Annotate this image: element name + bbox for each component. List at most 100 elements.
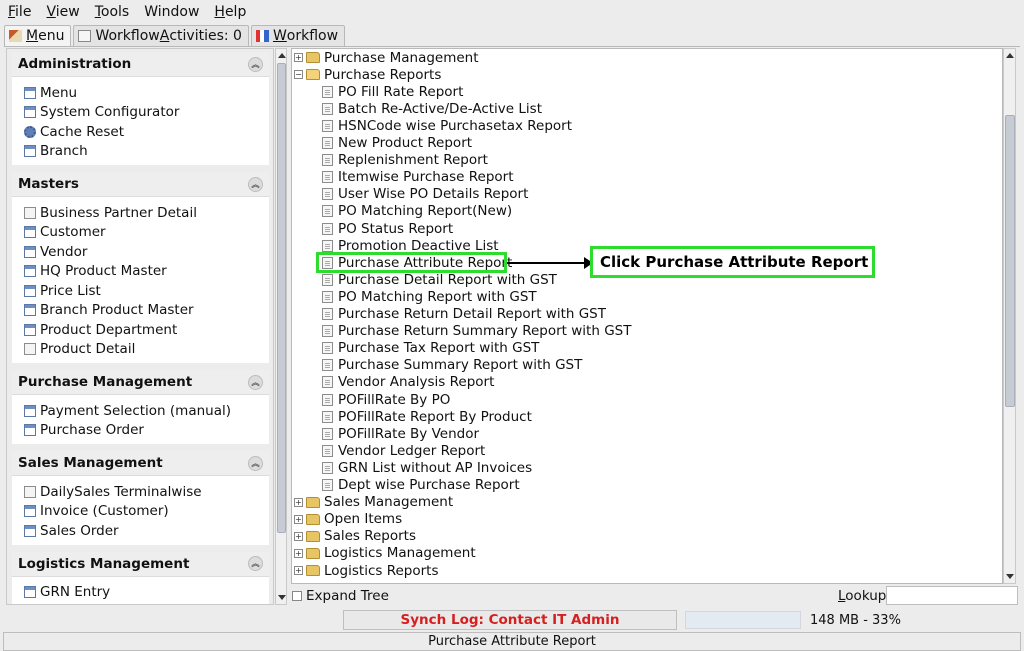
- menu-item[interactable]: HQ Product Master: [12, 262, 269, 282]
- window-icon: [24, 586, 36, 599]
- section-header[interactable]: Administration ︽: [12, 52, 269, 77]
- tree-leaf-node[interactable]: POFillRate By PO: [322, 391, 450, 408]
- menu-item[interactable]: Cache Reset: [12, 122, 269, 142]
- section-body: Payment Selection (manual) Purchase Order: [12, 395, 269, 444]
- menu-item[interactable]: Product Detail: [12, 340, 269, 360]
- menu-item-help[interactable]: Help: [212, 4, 253, 20]
- menu-item[interactable]: Business Partner Detail: [12, 203, 269, 223]
- menu-item-file[interactable]: File: [6, 4, 38, 20]
- tree-leaf-node[interactable]: Purchase Tax Report with GST: [322, 340, 539, 357]
- expand-icon[interactable]: +: [294, 497, 303, 507]
- tree-leaf-node[interactable]: Batch Re-Active/De-Active List: [322, 100, 542, 117]
- tree-folder-node[interactable]: + Sales Reports: [294, 528, 416, 545]
- tree-folder-node[interactable]: + Purchase Management: [294, 49, 479, 66]
- tree-leaf-node[interactable]: Purchase Detail Report with GST: [322, 271, 557, 288]
- scroll-up-arrow-icon[interactable]: [278, 53, 286, 58]
- tree-leaf-node[interactable]: User Wise PO Details Report: [322, 186, 528, 203]
- tree-leaf-node[interactable]: Replenishment Report: [322, 152, 488, 169]
- section-header[interactable]: Sales Management ︽: [12, 451, 269, 476]
- lookup-input[interactable]: [886, 586, 1018, 605]
- tree-folder-node[interactable]: − Purchase Reports: [294, 66, 441, 83]
- tree-folder-node[interactable]: + Logistics Management: [294, 545, 476, 562]
- menu-item-tools[interactable]: Tools: [93, 4, 137, 20]
- menu-item[interactable]: Payment Selection (manual): [12, 401, 269, 421]
- collapse-icon[interactable]: −: [294, 70, 303, 80]
- tab-0[interactable]: Menu: [4, 25, 72, 46]
- tree-leaf-node[interactable]: New Product Report: [322, 135, 472, 152]
- left-panel-scrollbar[interactable]: [275, 48, 287, 605]
- tree-node-label: Logistics Management: [324, 545, 476, 562]
- section-header[interactable]: Masters ︽: [12, 172, 269, 197]
- tree-leaf-node[interactable]: Vendor Ledger Report: [322, 442, 485, 459]
- menu-item[interactable]: Menu: [12, 83, 269, 103]
- scroll-down-arrow-icon[interactable]: [1006, 574, 1014, 579]
- expand-icon[interactable]: +: [294, 531, 303, 541]
- folder-icon: [306, 547, 320, 559]
- tree-leaf-node[interactable]: POFillRate By Vendor: [322, 425, 479, 442]
- expand-tree-checkbox[interactable]: Expand Tree: [292, 588, 389, 604]
- highlight-box: [316, 252, 507, 273]
- tab-2[interactable]: Workflow: [250, 25, 346, 46]
- checkbox-icon[interactable]: [292, 591, 302, 601]
- home-icon: [9, 30, 22, 42]
- document-icon: [322, 119, 333, 132]
- lookup-label: Lookup: [838, 588, 886, 604]
- expand-icon[interactable]: +: [294, 566, 303, 575]
- collapse-chevron-icon[interactable]: ︽: [248, 176, 263, 192]
- tab-1[interactable]: Workflow Activities: 0: [73, 25, 249, 46]
- synch-log-button[interactable]: Synch Log: Contact IT Admin: [343, 610, 677, 630]
- menu-item[interactable]: Branch Product Master: [12, 301, 269, 321]
- collapse-chevron-icon[interactable]: ︽: [248, 455, 263, 471]
- menu-item[interactable]: Customer: [12, 223, 269, 243]
- scroll-thumb[interactable]: [1005, 115, 1015, 407]
- menu-item-window[interactable]: Window: [142, 4, 206, 20]
- menu-item[interactable]: Invoice (Customer): [12, 502, 269, 522]
- tree-scrollbar[interactable]: [1003, 48, 1016, 584]
- document-icon: [322, 393, 333, 406]
- section-header[interactable]: Logistics Management ︽: [12, 551, 269, 577]
- menu-item[interactable]: GRN Entry: [12, 583, 269, 603]
- menu-item[interactable]: Product Department: [12, 320, 269, 340]
- tree-folder-node[interactable]: + Open Items: [294, 511, 402, 528]
- menu-item[interactable]: System Configurator: [12, 103, 269, 123]
- tree-leaf-node[interactable]: PO Matching Report(New): [322, 203, 512, 220]
- expand-icon[interactable]: +: [294, 53, 303, 62]
- scroll-up-arrow-icon[interactable]: [1006, 53, 1014, 58]
- tree-leaf-node[interactable]: Purchase Return Summary Report with GST: [322, 323, 631, 340]
- tree-leaf-node[interactable]: Purchase Summary Report with GST: [322, 357, 582, 374]
- tree-leaf-node[interactable]: HSNCode wise Purchasetax Report: [322, 117, 572, 134]
- tree-leaf-node[interactable]: Itemwise Purchase Report: [322, 169, 514, 186]
- tree-folder-node[interactable]: + Logistics Reports: [294, 562, 438, 579]
- menu-item[interactable]: Purchase Order: [12, 421, 269, 441]
- tree-leaf-node[interactable]: POFillRate Report By Product: [322, 408, 532, 425]
- tree-leaf-node[interactable]: PO Status Report: [322, 220, 453, 237]
- expand-icon[interactable]: +: [294, 514, 303, 524]
- collapse-chevron-icon[interactable]: ︽: [248, 374, 263, 390]
- tree-node-label: Purchase Return Detail Report with GST: [338, 306, 606, 322]
- expand-icon[interactable]: +: [294, 548, 303, 558]
- document-icon: [322, 85, 333, 98]
- tree-node-label: PO Matching Report(New): [338, 203, 513, 220]
- tree-leaf-node[interactable]: Dept wise Purchase Report: [322, 477, 520, 494]
- scroll-down-arrow-icon[interactable]: [278, 595, 286, 600]
- tree-leaf-node[interactable]: GRN List without AP Invoices: [322, 459, 532, 476]
- menu-item[interactable]: Vendor: [12, 242, 269, 262]
- tree-folder-node[interactable]: + Sales Management: [294, 494, 453, 511]
- menu-item[interactable]: Price List: [12, 281, 269, 301]
- tab-label-pre: Workflow: [95, 28, 160, 44]
- scroll-thumb[interactable]: [277, 63, 286, 533]
- tree-leaf-node[interactable]: PO Matching Report with GST: [322, 288, 537, 305]
- menu-item-label: Vendor: [40, 243, 88, 260]
- tree-leaf-node[interactable]: Vendor Analysis Report: [322, 374, 494, 391]
- collapse-chevron-icon[interactable]: ︽: [248, 56, 263, 72]
- collapse-chevron-icon[interactable]: ︽: [248, 556, 263, 571]
- menu-item-view[interactable]: View: [44, 4, 86, 20]
- tree-leaf-node[interactable]: Purchase Return Detail Report with GST: [322, 306, 606, 323]
- section-body: DailySales Terminalwise Invoice (Customer…: [12, 476, 269, 545]
- tree-leaf-node[interactable]: PO Fill Rate Report: [322, 83, 463, 100]
- menu-item[interactable]: Branch: [12, 142, 269, 162]
- folder-icon: [306, 52, 320, 63]
- menu-item[interactable]: DailySales Terminalwise: [12, 482, 269, 502]
- menu-item[interactable]: Sales Order: [12, 521, 269, 541]
- section-header[interactable]: Purchase Management ︽: [12, 370, 269, 395]
